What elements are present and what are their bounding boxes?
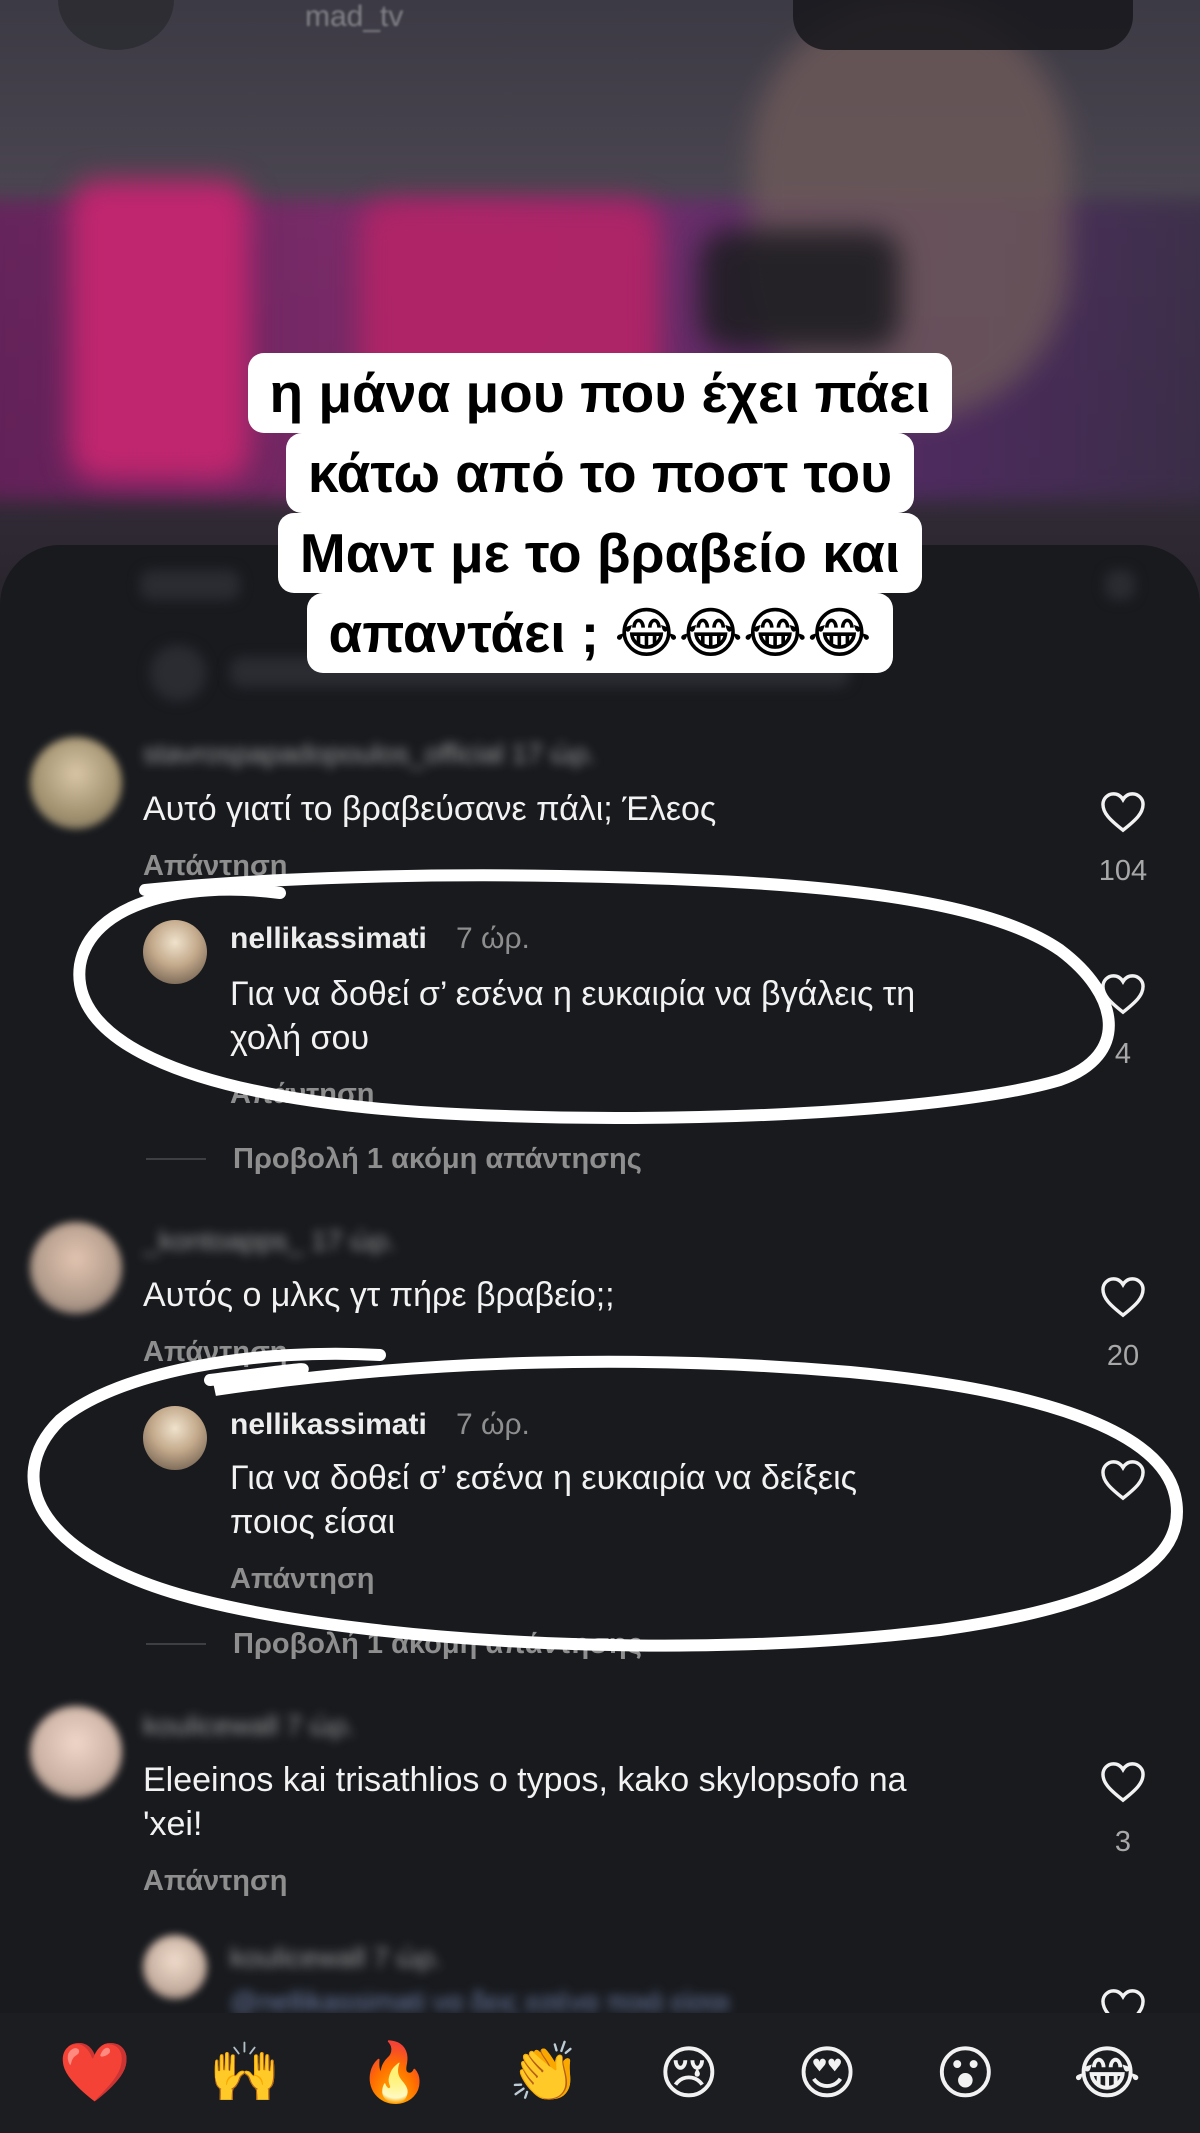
back-button[interactable]: [58, 0, 174, 50]
reply-username[interactable]: nellikassimati: [230, 1408, 427, 1442]
avatar[interactable]: [143, 1406, 207, 1470]
avatar[interactable]: [30, 1706, 122, 1798]
reply-text-line-2: χολή σου: [230, 1019, 370, 1057]
comment-text: Αυτό γιατί το βραβεύσανε πάλι; Έλεος: [143, 790, 717, 828]
reply-username[interactable]: nellikassimati: [230, 922, 427, 956]
heart-icon[interactable]: [1100, 1459, 1146, 1501]
video-username[interactable]: mad_tv: [305, 0, 403, 34]
story-caption: η μάνα μου που έχει πάει κάτω από το ποσ…: [0, 353, 1200, 673]
reply-text-line-1: Για να δοθεί σ’ εσένα η ευκαιρία να δείξ…: [230, 1459, 858, 1497]
comment-username-blurred[interactable]: stavrospapadopoulos_official 17 ώρ.: [143, 738, 596, 770]
tears-of-joy-emoji[interactable]: 😂: [1073, 2039, 1141, 2107]
like-count: 3: [1114, 1826, 1132, 1858]
reply-text-line-1: Για να δοθεί σ’ εσένα η ευκαιρία να βγάλ…: [230, 975, 916, 1013]
reply-time: 7 ώρ.: [456, 922, 530, 955]
reply-time: 7 ώρ.: [456, 1408, 530, 1441]
comment-username-blurred[interactable]: koulicewall 7 ώρ.: [230, 1942, 442, 1974]
caption-line: απαντάει ; 😂😂😂😂: [306, 593, 894, 673]
fire-emoji[interactable]: 🔥: [359, 2039, 431, 2107]
like-count: 104: [1098, 855, 1148, 887]
view-more-replies[interactable]: Προβολή 1 ακόμη απάντησης: [233, 1628, 642, 1661]
crying-face-emoji[interactable]: 😢: [659, 2039, 719, 2107]
red-heart-emoji[interactable]: ❤️: [59, 2039, 131, 2107]
video-blur-microphone: [700, 230, 900, 350]
reply-text-line-2: ποιος είσαι: [230, 1503, 396, 1541]
comment-username-blurred[interactable]: _kontoapps_ 17 ώρ.: [143, 1225, 396, 1257]
avatar[interactable]: [30, 1222, 122, 1314]
view-replies-line: [146, 1643, 206, 1645]
avatar[interactable]: [143, 920, 207, 984]
reply-button[interactable]: Απάντηση: [143, 850, 288, 883]
surprised-face-emoji[interactable]: 😮: [935, 2039, 995, 2107]
avatar[interactable]: [30, 737, 122, 829]
caption-line: η μάνα μου που έχει πάει: [247, 353, 953, 433]
follow-button[interactable]: [793, 0, 1133, 50]
raising-hands-emoji[interactable]: 🙌: [209, 2039, 281, 2107]
caption-line: Μαντ με το βραβείο και: [277, 513, 923, 593]
heart-eyes-emoji[interactable]: 😍: [797, 2039, 857, 2107]
comment-username-blurred[interactable]: koulicewall 7 ώρ.: [143, 1710, 355, 1742]
comment-text-line-2: 'xei!: [143, 1805, 203, 1843]
heart-icon[interactable]: [1100, 1276, 1146, 1318]
clapping-hands-emoji[interactable]: 👏: [509, 2039, 581, 2107]
heart-icon[interactable]: [1100, 1761, 1146, 1803]
heart-icon[interactable]: [1100, 973, 1146, 1015]
comment-text: Αυτός ο μλκς γτ πήρε βραβείο;;: [143, 1276, 615, 1314]
reply-button[interactable]: Απάντηση: [230, 1563, 375, 1596]
heart-icon[interactable]: [1100, 791, 1146, 833]
avatar[interactable]: [143, 1935, 207, 1999]
reply-button[interactable]: Απάντηση: [143, 1865, 288, 1898]
view-replies-line: [146, 1158, 206, 1160]
view-more-replies[interactable]: Προβολή 1 ακόμη απάντησης: [233, 1143, 642, 1176]
emoji-reaction-bar: ❤️ 🙌 🔥 👏 😢 😍 😮 😂: [0, 2013, 1200, 2133]
like-count: 20: [1106, 1340, 1140, 1372]
reply-button[interactable]: Απάντηση: [143, 1336, 288, 1369]
caption-line: κάτω από το ποστ του: [285, 433, 915, 513]
like-count: 4: [1114, 1038, 1132, 1070]
comment-text-line-1: Eleeinos kai trisathlios o typos, kako s…: [143, 1761, 907, 1799]
reply-button[interactable]: Απάντηση: [230, 1078, 375, 1111]
